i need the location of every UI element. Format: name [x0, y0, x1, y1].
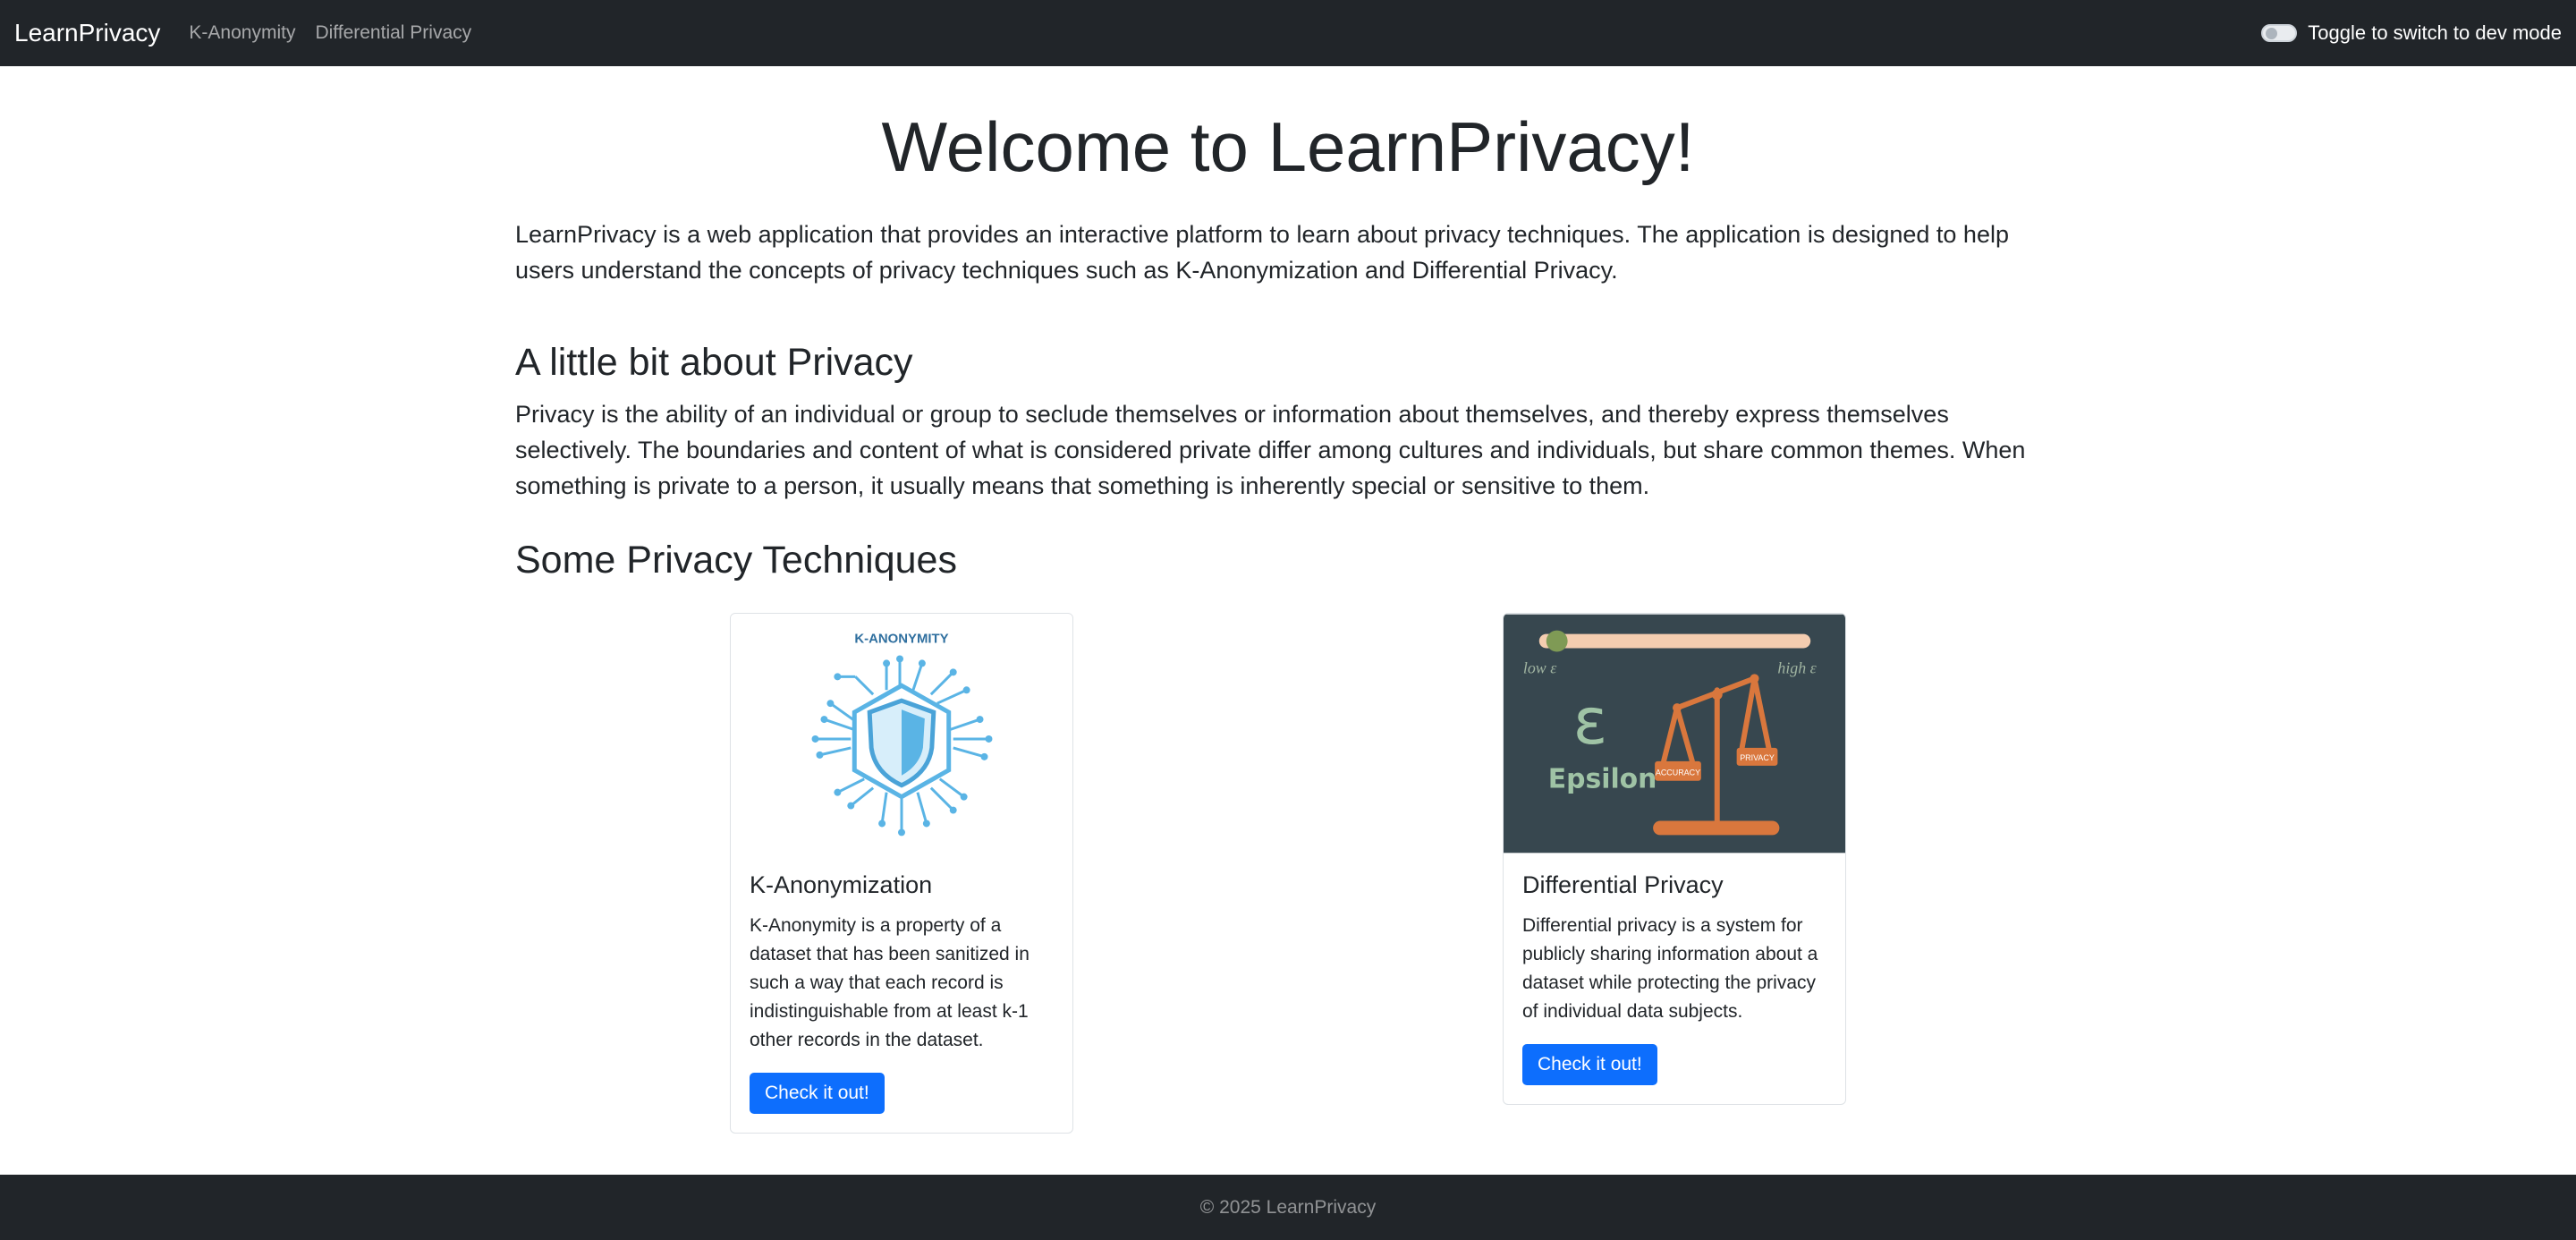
nav-link-differential-privacy[interactable]: Differential Privacy — [315, 22, 471, 44]
differential-privacy-epsilon-image: low ε high ε ε Epsilon ACCURACY PRIVACY — [1504, 614, 1845, 854]
k-anonymity-shield-image: K-ANONYMITY — [731, 614, 1072, 854]
techniques-heading: Some Privacy Techniques — [515, 539, 957, 582]
about-heading: A little bit about Privacy — [515, 340, 913, 384]
page-title: Welcome to LearnPrivacy! — [881, 107, 1695, 186]
dev-mode-toggle[interactable] — [2261, 24, 2298, 42]
k-anonymization-card-text: K-Anonymity is a property of a dataset t… — [750, 915, 1030, 1050]
k-anonymity-image-caption: K-ANONYMITY — [854, 632, 948, 647]
navbar-brand[interactable]: LearnPrivacy — [14, 19, 160, 47]
toggle-knob — [2266, 28, 2278, 39]
differential-privacy-card-title: Differential Privacy — [1522, 871, 1724, 898]
nav-link-k-anonymity[interactable]: K-Anonymity — [189, 22, 295, 44]
intro-paragraph: LearnPrivacy is a web application that p… — [515, 220, 2009, 284]
high-epsilon-label: high ε — [1777, 658, 1817, 676]
epsilon-symbol: ε — [1573, 684, 1608, 759]
epsilon-word: Epsilon — [1548, 764, 1657, 795]
differential-privacy-card: low ε high ε ε Epsilon ACCURACY PRIVACY … — [1503, 613, 1846, 1105]
k-anonymization-card-title: K-Anonymization — [750, 871, 933, 898]
differential-privacy-card-text: Differential privacy is a system for pub… — [1522, 915, 1818, 1022]
main-content: Welcome to LearnPrivacy! LearnPrivacy is… — [515, 66, 2061, 584]
low-epsilon-label: low ε — [1523, 658, 1557, 676]
page-footer: © 2025 LearnPrivacy — [0, 1175, 2576, 1240]
k-anonymization-card-body: K-Anonymization K-Anonymity is a propert… — [731, 854, 1072, 1133]
k-anonymization-check-it-out-button[interactable]: Check it out! — [750, 1073, 885, 1114]
differential-privacy-card-body: Differential Privacy Differential privac… — [1504, 854, 1845, 1104]
privacy-pan-label: PRIVACY — [1740, 753, 1775, 762]
differential-privacy-check-it-out-button[interactable]: Check it out! — [1522, 1044, 1657, 1085]
accuracy-pan-label: ACCURACY — [1656, 769, 1700, 777]
about-paragraph: Privacy is the ability of an individual … — [515, 401, 2026, 500]
dev-mode-toggle-label[interactable]: Toggle to switch to dev mode — [2308, 21, 2562, 45]
top-navbar: LearnPrivacy K-Anonymity Differential Pr… — [0, 0, 2576, 66]
k-anonymization-card: K-ANONYMITY K-Anonymization K-Anonymity … — [730, 613, 1073, 1134]
dev-mode-switch: Toggle to switch to dev mode — [2261, 0, 2562, 66]
footer-copyright: © 2025 LearnPrivacy — [1199, 1196, 1377, 1218]
